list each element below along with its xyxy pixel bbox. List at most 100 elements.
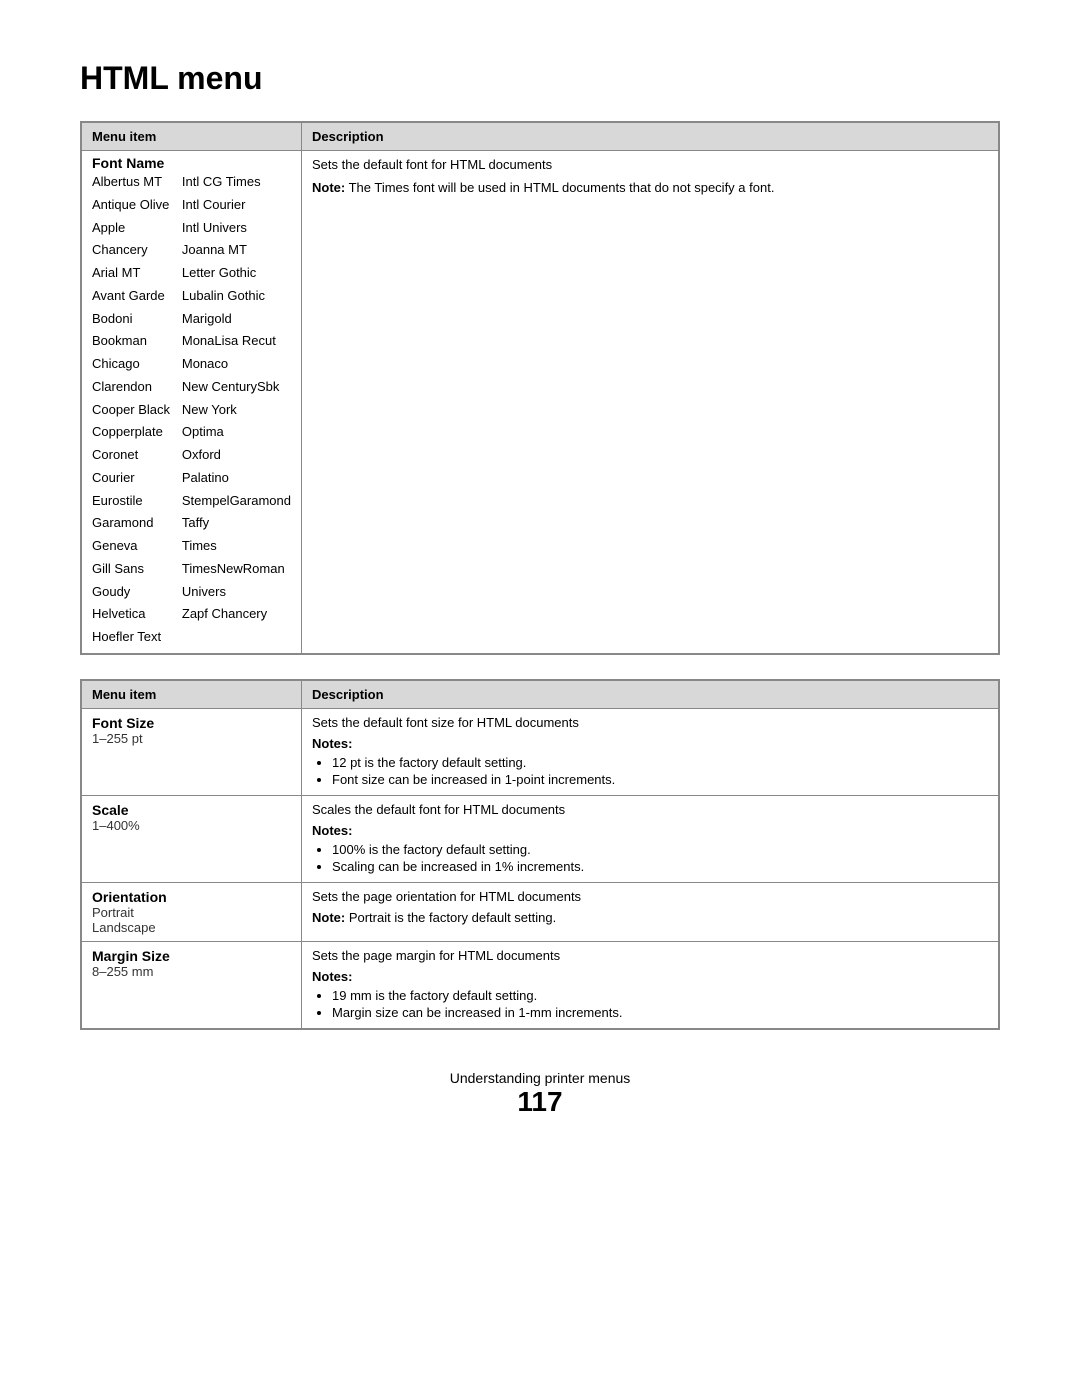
note-bold-prefix: Note:: [312, 180, 345, 195]
font-left-col: Albertus MTAntique OliveApple ChanceryAr…: [92, 171, 182, 649]
subitem-label: 1–255 pt: [92, 731, 291, 746]
font-list-item: Copperplate: [92, 421, 182, 444]
page-footer: Understanding printer menus 117: [80, 1070, 1000, 1118]
section-label: Margin Size: [92, 948, 291, 964]
subitem-label: 8–255 mm: [92, 964, 291, 979]
font-list-item: Arial MT: [92, 262, 182, 285]
font-list-item: Intl CG Times: [182, 171, 291, 194]
font-list-item: Univers: [182, 581, 291, 604]
font-list-item: Oxford: [182, 444, 291, 467]
desc-text: Sets the page margin for HTML documents: [312, 948, 988, 963]
desc-cell: Sets the default font size for HTML docu…: [302, 708, 999, 795]
table-row: Font Name Albertus MTAntique OliveApple …: [82, 151, 999, 654]
table1-col1-header: Menu item: [82, 123, 302, 151]
font-list-item: Letter Gothic: [182, 262, 291, 285]
desc-text: Sets the page orientation for HTML docum…: [312, 889, 988, 904]
font-name-desc: Sets the default font for HTML documents…: [302, 151, 999, 654]
desc-cell: Scales the default font for HTML documen…: [302, 795, 999, 882]
inline-note: Note: Portrait is the factory default se…: [312, 910, 988, 925]
notes-list: 12 pt is the factory default setting. Fon…: [312, 755, 988, 787]
note-prefix: Note:: [312, 910, 345, 925]
notes-list-item: Margin size can be increased in 1-mm inc…: [332, 1005, 988, 1020]
table1-col2-header: Description: [302, 123, 999, 151]
font-list-item: Courier: [92, 467, 182, 490]
section-label: Orientation: [92, 889, 291, 905]
font-list-item: Garamond: [92, 512, 182, 535]
notes-list-item: 12 pt is the factory default setting.: [332, 755, 988, 770]
font-name-table: Menu item Description Font Name Albertus…: [80, 121, 1000, 655]
page-title: HTML menu: [80, 60, 1000, 97]
font-list-item: Avant Garde: [92, 285, 182, 308]
font-list-item: MonaLisa Recut: [182, 330, 291, 353]
font-list-item: Intl Univers: [182, 217, 291, 240]
table-row: Font Size1–255 pt Sets the default font s…: [82, 708, 999, 795]
font-list-item: Palatino: [182, 467, 291, 490]
font-list-item: Albertus MT: [92, 171, 182, 194]
menu-item-cell: Scale1–400%: [82, 795, 302, 882]
section-label: Scale: [92, 802, 291, 818]
font-list-item: Geneva: [92, 535, 182, 558]
font-list-item: Intl Courier: [182, 194, 291, 217]
font-list-item: Apple Chancery: [92, 217, 182, 263]
subitem-label: Landscape: [92, 920, 291, 935]
font-list-item: Times: [182, 535, 291, 558]
notes-list-item: Scaling can be increased in 1% increment…: [332, 859, 988, 874]
settings-table: Menu item Description Font Size1–255 ptS…: [80, 679, 1000, 1030]
font-list-item: Monaco: [182, 353, 291, 376]
font-desc-line1: Sets the default font for HTML documents: [312, 157, 988, 172]
table2-col1-header: Menu item: [82, 680, 302, 708]
font-list-item: StempelGaramond: [182, 490, 291, 513]
font-list-item: Joanna MT: [182, 239, 291, 262]
font-list-item: Zapf Chancery: [182, 603, 291, 626]
font-list-item: TimesNewRoman: [182, 558, 291, 581]
notes-list: 100% is the factory default setting. Scal…: [312, 842, 988, 874]
notes-list-item: 100% is the factory default setting.: [332, 842, 988, 857]
font-list-item: Bodoni: [92, 308, 182, 331]
font-list-item: New CenturySbk: [182, 376, 291, 399]
menu-item-cell: Margin Size8–255 mm: [82, 941, 302, 1028]
font-list-item: Bookman: [92, 330, 182, 353]
font-list-item: Marigold: [182, 308, 291, 331]
table-row: OrientationPortraitLandscape Sets the pag…: [82, 882, 999, 941]
font-desc-note: Note: The Times font will be used in HTM…: [312, 180, 988, 195]
font-right-col: Intl CG TimesIntl CourierIntl UniversJoa…: [182, 171, 291, 649]
font-list-item: New York: [182, 399, 291, 422]
font-list-item: Lubalin Gothic: [182, 285, 291, 308]
notes-label: Notes:: [312, 736, 988, 751]
notes-label: Notes:: [312, 823, 988, 838]
subitem-label: Portrait: [92, 905, 291, 920]
font-list-item: Gill Sans: [92, 558, 182, 581]
note-text: The Times font will be used in HTML docu…: [345, 180, 774, 195]
font-list-item: Hoefler Text: [92, 626, 182, 649]
notes-list: 19 mm is the factory default setting. Mar…: [312, 988, 988, 1020]
notes-list-item: 19 mm is the factory default setting.: [332, 988, 988, 1003]
desc-text: Scales the default font for HTML documen…: [312, 802, 988, 817]
font-columns: Albertus MTAntique OliveApple ChanceryAr…: [92, 171, 291, 649]
font-list-item: Helvetica: [92, 603, 182, 626]
font-list-item: Eurostile: [92, 490, 182, 513]
desc-text: Sets the default font size for HTML docu…: [312, 715, 988, 730]
menu-item-cell: OrientationPortraitLandscape: [82, 882, 302, 941]
font-list-item: Optima: [182, 421, 291, 444]
desc-cell: Sets the page orientation for HTML docum…: [302, 882, 999, 941]
footer-page-number: 117: [80, 1086, 1000, 1118]
table2-col2-header: Description: [302, 680, 999, 708]
footer-subtitle: Understanding printer menus: [80, 1070, 1000, 1086]
font-list-item: Goudy: [92, 581, 182, 604]
section-label: Font Size: [92, 715, 291, 731]
font-list-item: Taffy: [182, 512, 291, 535]
notes-list-item: Font size can be increased in 1-point in…: [332, 772, 988, 787]
font-list-item: Chicago: [92, 353, 182, 376]
font-name-label: Font Name: [92, 155, 291, 171]
font-list-item: Clarendon: [92, 376, 182, 399]
subitem-label: 1–400%: [92, 818, 291, 833]
desc-cell: Sets the page margin for HTML documents N…: [302, 941, 999, 1028]
font-list-item: Coronet: [92, 444, 182, 467]
notes-label: Notes:: [312, 969, 988, 984]
font-list-item: Antique Olive: [92, 194, 182, 217]
menu-item-cell: Font Size1–255 pt: [82, 708, 302, 795]
font-name-cell: Font Name Albertus MTAntique OliveApple …: [82, 151, 302, 654]
table-row: Margin Size8–255 mmSets the page margin …: [82, 941, 999, 1028]
font-list-item: Cooper Black: [92, 399, 182, 422]
table-row: Scale1–400% Scales the default font for H…: [82, 795, 999, 882]
